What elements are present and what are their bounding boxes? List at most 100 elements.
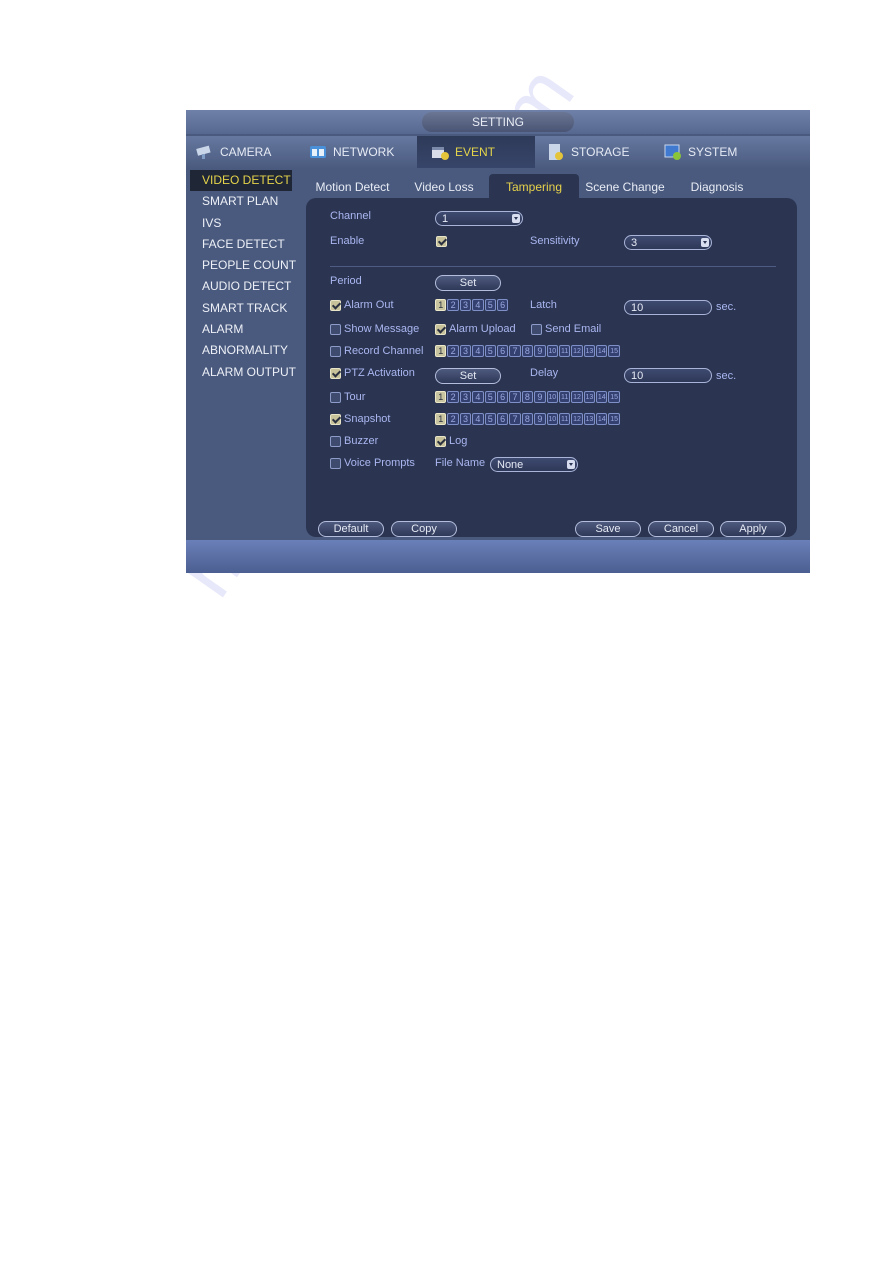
ptz-set-button[interactable]: Set <box>435 368 501 384</box>
channel-toggle-13[interactable]: 13 <box>583 345 596 357</box>
channel-select[interactable]: 1 <box>435 211 523 226</box>
channel-toggle-8[interactable]: 8 <box>521 413 534 425</box>
sidebar-item-alarm[interactable]: ALARM <box>186 319 304 340</box>
channel-toggle-14[interactable]: 14 <box>596 391 608 403</box>
channel-toggle-4[interactable]: 4 <box>472 391 484 403</box>
channel-toggle-9[interactable]: 9 <box>534 345 546 357</box>
channel-toggle-15[interactable]: 15 <box>608 413 620 425</box>
channel-toggle-6[interactable]: 6 <box>496 299 509 311</box>
channel-toggle-5[interactable]: 5 <box>484 299 496 311</box>
channel-toggle-15[interactable]: 15 <box>608 345 620 357</box>
enable-label: Enable <box>330 235 365 247</box>
sensitivity-select[interactable]: 3 <box>624 235 712 250</box>
channel-toggle-2[interactable]: 2 <box>447 299 459 311</box>
tab-motion-detect[interactable]: Motion Detect <box>306 174 399 200</box>
channel-toggle-12[interactable]: 12 <box>571 413 583 425</box>
tab-tampering[interactable]: Tampering <box>489 174 579 200</box>
divider <box>330 266 776 267</box>
channel-toggle-11[interactable]: 11 <box>558 391 571 403</box>
channel-toggle-13[interactable]: 13 <box>583 391 596 403</box>
channel-toggle-11[interactable]: 11 <box>558 413 571 425</box>
channel-toggle-6[interactable]: 6 <box>496 345 509 357</box>
channel-toggle-4[interactable]: 4 <box>472 299 484 311</box>
apply-button[interactable]: Apply <box>720 521 786 537</box>
snapshot-checkbox[interactable] <box>330 414 341 425</box>
period-set-button[interactable]: Set <box>435 275 501 291</box>
tab-scene-change[interactable]: Scene Change <box>579 174 671 200</box>
channel-toggle-7[interactable]: 7 <box>509 391 521 403</box>
channel-toggle-6[interactable]: 6 <box>496 391 509 403</box>
nav-tab-storage[interactable]: STORAGE <box>535 136 650 168</box>
channel-toggle-3[interactable]: 3 <box>459 299 472 311</box>
record-channel-checkbox[interactable] <box>330 346 341 357</box>
tab-diagnosis[interactable]: Diagnosis <box>671 174 763 200</box>
channel-toggle-9[interactable]: 9 <box>534 391 546 403</box>
channel-toggle-2[interactable]: 2 <box>447 345 459 357</box>
channel-toggle-4[interactable]: 4 <box>472 345 484 357</box>
log-checkbox[interactable] <box>435 436 446 447</box>
alarm-upload-checkbox[interactable] <box>435 324 446 335</box>
show-message-label: Show Message <box>344 323 420 335</box>
channel-toggle-15[interactable]: 15 <box>608 391 620 403</box>
channel-toggle-5[interactable]: 5 <box>484 413 496 425</box>
channel-toggle-5[interactable]: 5 <box>484 345 496 357</box>
channel-toggle-8[interactable]: 8 <box>521 345 534 357</box>
copy-button[interactable]: Copy <box>391 521 457 537</box>
send-email-checkbox[interactable] <box>531 324 542 335</box>
enable-checkbox[interactable] <box>436 236 447 247</box>
sidebar-item-smart-track[interactable]: SMART TRACK <box>186 298 304 319</box>
channel-toggle-6[interactable]: 6 <box>496 413 509 425</box>
channel-toggle-9[interactable]: 9 <box>534 413 546 425</box>
channel-toggle-14[interactable]: 14 <box>596 345 608 357</box>
nav-tab-system[interactable]: SYSTEM <box>650 136 770 168</box>
channel-toggle-5[interactable]: 5 <box>484 391 496 403</box>
channel-toggle-2[interactable]: 2 <box>447 391 459 403</box>
sidebar-item-abnormality[interactable]: ABNORMALITY <box>186 340 304 361</box>
channel-toggle-7[interactable]: 7 <box>509 413 521 425</box>
channel-toggle-7[interactable]: 7 <box>509 345 521 357</box>
tab-video-loss[interactable]: Video Loss <box>399 174 489 200</box>
nav-tab-camera[interactable]: CAMERA <box>186 136 299 168</box>
channel-toggle-8[interactable]: 8 <box>521 391 534 403</box>
nav-tab-network[interactable]: NETWORK <box>299 136 417 168</box>
channel-toggle-1[interactable]: 1 <box>435 299 447 311</box>
nav-tab-event[interactable]: EVENT <box>417 136 535 168</box>
channel-toggle-11[interactable]: 11 <box>558 345 571 357</box>
channel-toggle-10[interactable]: 10 <box>546 413 558 425</box>
ptz-activation-checkbox[interactable] <box>330 368 341 379</box>
channel-toggle-3[interactable]: 3 <box>459 345 472 357</box>
channel-toggle-3[interactable]: 3 <box>459 413 472 425</box>
sidebar-item-ivs[interactable]: IVS <box>186 213 304 234</box>
channel-toggle-13[interactable]: 13 <box>583 413 596 425</box>
channel-toggle-1[interactable]: 1 <box>435 413 447 425</box>
save-button[interactable]: Save <box>575 521 641 537</box>
sidebar-item-audio-detect[interactable]: AUDIO DETECT <box>186 276 304 297</box>
channel-toggle-10[interactable]: 10 <box>546 345 558 357</box>
channel-toggle-10[interactable]: 10 <box>546 391 558 403</box>
channel-toggle-1[interactable]: 1 <box>435 345 447 357</box>
channel-toggle-14[interactable]: 14 <box>596 413 608 425</box>
channel-toggle-1[interactable]: 1 <box>435 391 447 403</box>
alarm-out-checkbox[interactable] <box>330 300 341 311</box>
channel-toggle-12[interactable]: 12 <box>571 345 583 357</box>
channel-toggle-12[interactable]: 12 <box>571 391 583 403</box>
sidebar-item-video-detect[interactable]: VIDEO DETECT <box>190 170 292 192</box>
tour-label: Tour <box>344 391 366 403</box>
sidebar-item-face-detect[interactable]: FACE DETECT <box>186 234 304 255</box>
channel-toggle-3[interactable]: 3 <box>459 391 472 403</box>
delay-input[interactable]: 10 <box>624 368 712 383</box>
sidebar-item-alarm-output[interactable]: ALARM OUTPUT <box>186 362 304 383</box>
latch-input[interactable]: 10 <box>624 300 712 315</box>
default-button[interactable]: Default <box>318 521 384 537</box>
channel-toggle-2[interactable]: 2 <box>447 413 459 425</box>
file-name-select[interactable]: None <box>490 457 578 472</box>
tour-checkbox[interactable] <box>330 392 341 403</box>
channel-toggle-4[interactable]: 4 <box>472 413 484 425</box>
show-message-checkbox[interactable] <box>330 324 341 335</box>
sidebar-item-smart-plan[interactable]: SMART PLAN <box>186 191 304 212</box>
buzzer-checkbox[interactable] <box>330 436 341 447</box>
main-nav: CAMERA NETWORK EVENT STORAGE SYSTEM <box>186 136 810 168</box>
voice-prompts-checkbox[interactable] <box>330 458 341 469</box>
cancel-button[interactable]: Cancel <box>648 521 714 537</box>
sidebar-item-people-count[interactable]: PEOPLE COUNT <box>186 255 304 276</box>
